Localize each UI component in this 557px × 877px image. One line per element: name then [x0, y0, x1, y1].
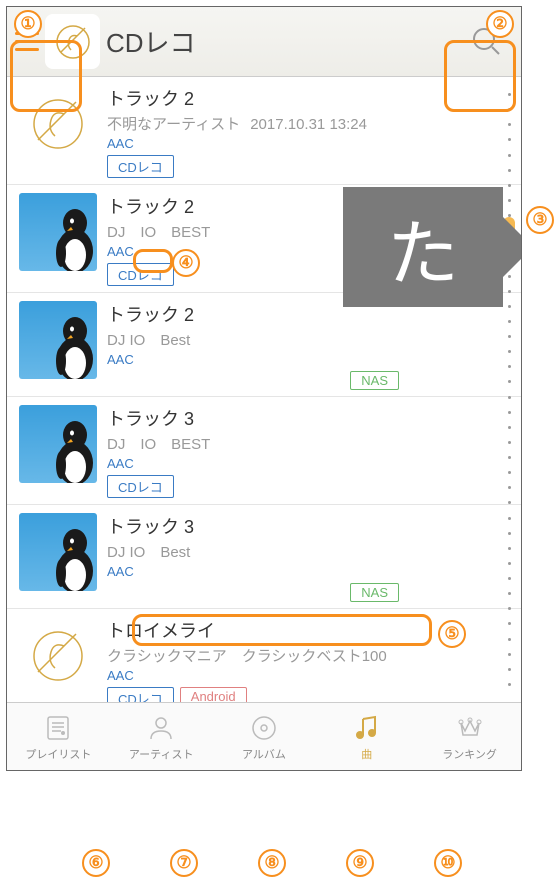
track-list[interactable]: トラック 2不明なアーティスト2017.10.31 13:24AACCDレコトラ…	[7, 77, 521, 702]
highlight-format	[133, 249, 173, 273]
track-subtitle: クラシックマニア クラシックベスト100	[107, 645, 509, 666]
tab-song[interactable]: 曲	[315, 703, 418, 770]
index-scrollbar[interactable]	[501, 87, 517, 692]
tab-artist[interactable]: アーティスト	[110, 703, 213, 770]
song-icon	[351, 712, 383, 744]
track-title: トラック 3	[107, 405, 509, 431]
track-subtitle: DJ IO Best	[107, 329, 509, 350]
tab-ranking[interactable]: ランキング	[418, 703, 521, 770]
badge-row: NAS	[107, 583, 509, 602]
index-dots	[508, 87, 511, 692]
tab-label: ランキング	[442, 746, 497, 762]
format-label: AAC	[107, 668, 509, 683]
badge-row: NAS	[107, 371, 509, 390]
track-subtitle: 不明なアーティスト2017.10.31 13:24	[107, 113, 509, 134]
format-label: AAC	[107, 352, 509, 367]
format-label: AAC	[107, 456, 509, 471]
album-art	[19, 405, 97, 483]
tab-label: プレイリスト	[25, 746, 91, 762]
page-title: CDレコ	[106, 23, 469, 60]
callout-6: ⑥	[82, 849, 110, 877]
callout-7: ⑦	[170, 849, 198, 877]
album-art	[19, 301, 97, 379]
badge-row: CDレコ	[107, 475, 509, 498]
ranking-icon	[454, 712, 486, 744]
tab-label: 曲	[361, 746, 372, 762]
track-row[interactable]: トラック 2DJ IO BestAACNAS	[7, 293, 521, 397]
tab-label: アルバム	[242, 746, 286, 762]
tab-label: アーティスト	[129, 746, 194, 762]
tab-playlist[interactable]: プレイリスト	[7, 703, 110, 770]
track-row[interactable]: トラック 3DJ IO BEST AAC CDレコ	[7, 397, 521, 505]
artist-icon	[145, 712, 177, 744]
app-window: CDレコ トラック 2不明なアーティスト2017.10.31 13:24AACC…	[6, 6, 522, 771]
album-icon	[248, 712, 280, 744]
badge-cdレコ: CDレコ	[107, 687, 174, 702]
tab-album[interactable]: アルバム	[213, 703, 316, 770]
track-title: トラック 3	[107, 513, 509, 539]
album-art	[19, 513, 97, 591]
track-subtitle: DJ IO BEST	[107, 433, 509, 454]
callout-1: ①	[14, 10, 42, 38]
badge-row: CDレコ Android	[107, 687, 509, 702]
callout-3: ③	[526, 206, 554, 234]
highlight-badges	[132, 614, 432, 646]
callout-5: ⑤	[438, 620, 466, 648]
album-art	[19, 617, 97, 695]
badge-row: CDレコ	[107, 155, 509, 178]
callout-10: ⑩	[434, 849, 462, 877]
playlist-icon	[42, 712, 74, 744]
album-art	[19, 193, 97, 271]
track-row[interactable]: トラック 3DJ IO Best AAC NAS	[7, 505, 521, 609]
badge-nas: NAS	[350, 371, 399, 390]
callout-8: ⑧	[258, 849, 286, 877]
format-label: AAC	[107, 564, 509, 579]
callout-4: ④	[172, 249, 200, 277]
badge-nas: NAS	[350, 583, 399, 602]
index-letter-overlay: た	[343, 187, 503, 307]
callout-2: ②	[486, 10, 514, 38]
format-label: AAC	[107, 136, 509, 151]
callout-9: ⑨	[346, 849, 374, 877]
badge-cdレコ: CDレコ	[107, 475, 174, 498]
badge-cdレコ: CDレコ	[107, 155, 174, 178]
track-subtitle: DJ IO Best	[107, 541, 509, 562]
highlight-search	[444, 40, 516, 112]
badge-android: Android	[180, 687, 247, 702]
highlight-menu	[10, 40, 82, 112]
tab-bar: プレイリスト アーティスト アルバム 曲 ランキング	[7, 702, 521, 770]
